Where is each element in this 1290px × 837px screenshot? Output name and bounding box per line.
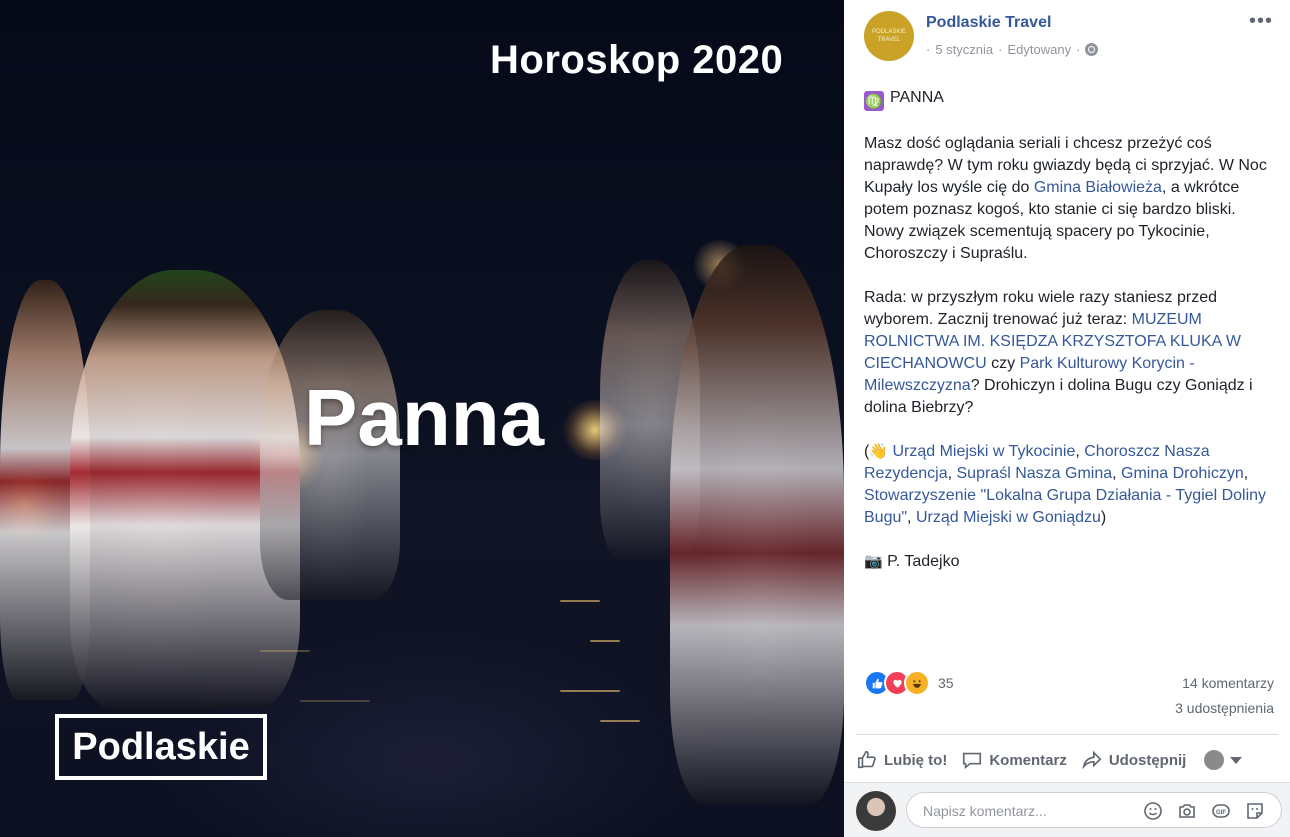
credit-name: P. Tadejko	[887, 553, 960, 570]
post-photo[interactable]: Horoskop 2020 Panna Podlaskie	[0, 0, 844, 837]
text: ,	[1243, 465, 1249, 482]
link-gmina-drohiczyn[interactable]: Gmina Drohiczyn	[1121, 465, 1244, 482]
gif-icon[interactable]: GIF	[1211, 801, 1231, 821]
girl-figure	[670, 245, 844, 805]
share-label: Udostępnij	[1108, 751, 1187, 769]
reaction-count: 35	[938, 675, 954, 691]
paragraph-1: Masz dość oglądania seriali i chcesz prz…	[864, 133, 1276, 265]
comments-count-link[interactable]: 14 komentarzy	[1182, 675, 1274, 691]
water-reflection	[560, 600, 600, 602]
camera-icon: 📷	[864, 553, 883, 570]
link-suprasl[interactable]: Supraśl Nasza Gmina	[957, 465, 1113, 482]
link-urzad-tykocin[interactable]: Urząd Miejski w Tykocinie	[892, 443, 1075, 460]
haha-reaction-icon	[904, 670, 930, 696]
text: ,	[1075, 443, 1085, 460]
separator: ·	[926, 42, 931, 57]
text: ,	[1112, 465, 1122, 482]
avatar[interactable]	[856, 791, 896, 831]
link-gmina-bialowieza[interactable]: Gmina Białowieża	[1034, 179, 1162, 196]
speech-bubble-icon	[963, 752, 982, 770]
thumbs-up-icon	[857, 750, 876, 769]
camera-icon[interactable]	[1177, 801, 1197, 821]
caret-down-icon	[1230, 756, 1243, 764]
link-urzad-goniadz[interactable]: Urząd Miejski w Goniądzu	[916, 509, 1101, 526]
separator: ·	[1076, 42, 1081, 57]
avatar-text: PODLASKIE TRAVEL	[871, 29, 906, 43]
post-as-selector[interactable]	[1204, 750, 1243, 770]
edited-link[interactable]: Edytowany	[1008, 42, 1072, 57]
water-reflection	[590, 640, 620, 642]
paragraph-3: (👋 Urząd Miejski w Tykocinie, Choroszcz …	[864, 441, 1276, 529]
comment-input[interactable]	[921, 793, 1125, 829]
comment-label: Komentarz	[989, 751, 1067, 769]
page-avatar[interactable]: PODLASKIE TRAVEL	[864, 11, 914, 61]
water-reflection	[260, 650, 310, 652]
divider	[856, 734, 1278, 735]
comment-box[interactable]: GIF	[906, 792, 1282, 829]
virgo-icon: ♍	[864, 91, 884, 111]
text: czy	[986, 355, 1020, 372]
water-reflection	[560, 690, 620, 692]
sticker-icon[interactable]	[1245, 801, 1265, 821]
text: ,	[907, 509, 916, 526]
action-bar: Lubię to! Komentarz Udostępnij	[856, 740, 1276, 780]
post-meta: · 5 stycznia · Edytowany ·	[926, 42, 1099, 57]
photo-sign-text: Panna	[304, 373, 545, 462]
water-reflection	[600, 720, 640, 722]
sign-heading: ♍ PANNA	[864, 87, 1276, 111]
comment-button[interactable]: Komentarz	[961, 749, 1067, 771]
reactions-summary[interactable]: 35	[864, 670, 954, 696]
sign-label: PANNA	[890, 89, 944, 106]
avatar	[1204, 750, 1225, 770]
globe-icon[interactable]	[1085, 43, 1099, 56]
paragraph-2: Rada: w przyszłym roku wiele razy stanie…	[864, 287, 1276, 419]
emoji-icon[interactable]	[1143, 801, 1163, 821]
comment-composer: GIF	[844, 783, 1290, 837]
like-label: Lubię to!	[884, 751, 948, 769]
more-options-icon[interactable]: •••	[1249, 10, 1273, 33]
water-reflection	[300, 700, 370, 702]
photo-brand-logo: Podlaskie	[55, 714, 267, 780]
post-panel: PODLASKIE TRAVEL Podlaskie Travel · 5 st…	[844, 0, 1290, 837]
photo-title: Horoskop 2020	[490, 38, 784, 82]
page-name-link[interactable]: Podlaskie Travel	[926, 14, 1051, 32]
text: )	[1100, 509, 1107, 526]
post-body: ♍ PANNA Masz dość oglądania seriali i chc…	[864, 87, 1276, 595]
text: ,	[947, 465, 957, 482]
like-button[interactable]: Lubię to!	[856, 749, 947, 771]
photo-credit: 📷 P. Tadejko	[864, 551, 1276, 573]
share-button[interactable]: Udostępnij	[1081, 749, 1187, 771]
waving-hand-icon: 👋	[869, 443, 889, 460]
svg-text:GIF: GIF	[1216, 810, 1226, 816]
post-date-link[interactable]: 5 stycznia	[935, 42, 993, 57]
separator: ·	[998, 42, 1003, 57]
shares-count-link[interactable]: 3 udostępnienia	[1175, 700, 1274, 716]
share-arrow-icon	[1082, 750, 1102, 770]
